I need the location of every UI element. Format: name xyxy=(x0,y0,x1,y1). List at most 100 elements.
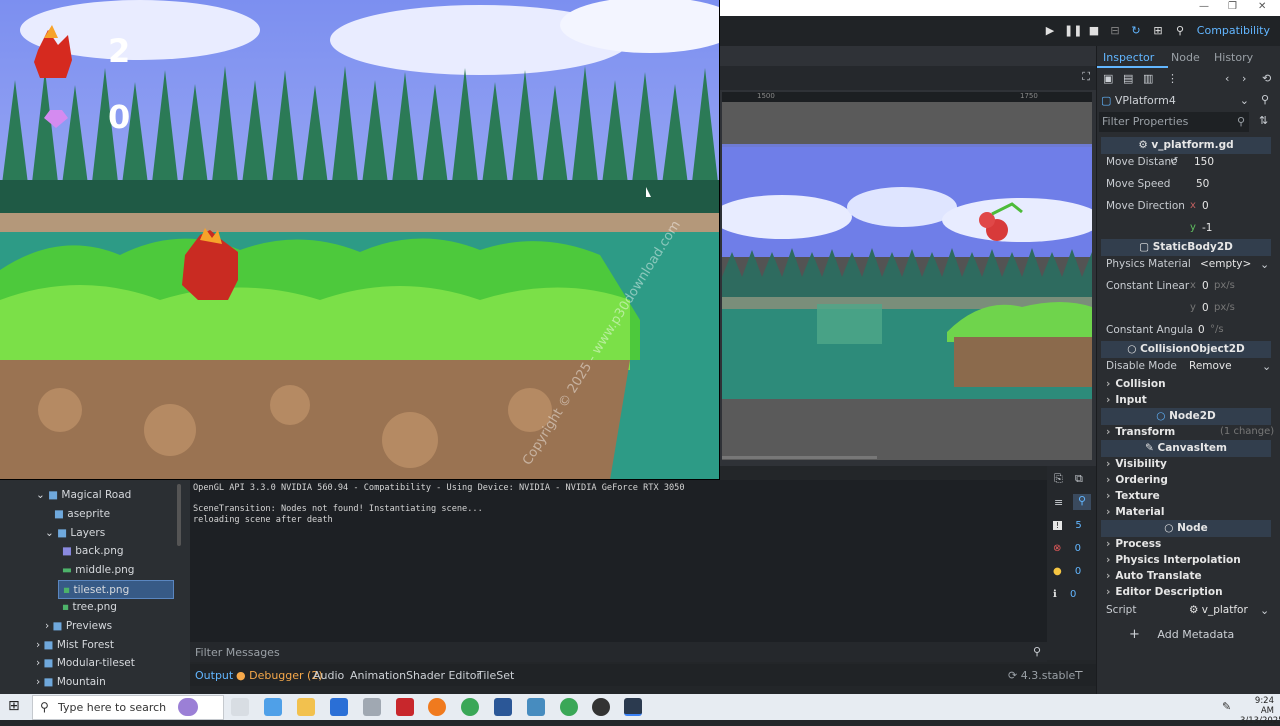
physics-material-field[interactable]: <empty> xyxy=(1200,258,1251,270)
move-direction-y-field[interactable]: -1 xyxy=(1202,222,1212,234)
section-collision[interactable]: Collision xyxy=(1106,378,1165,390)
tree-folder[interactable]: › ■ Modular-tileset xyxy=(36,654,135,673)
tab-animation[interactable]: Animation xyxy=(350,669,406,682)
node-selector[interactable]: ▢ VPlatform4 ⌄ xyxy=(1101,92,1249,109)
play-icon[interactable]: ▶ xyxy=(1042,23,1058,39)
filter-messages-field[interactable]: Filter Messages ⚲ xyxy=(190,642,1047,662)
section-visibility[interactable]: Visibility xyxy=(1106,458,1167,470)
staticbody2d-category[interactable]: ▢ StaticBody2D xyxy=(1101,239,1271,256)
move-distance-field[interactable]: 150 xyxy=(1194,156,1214,168)
error-count-toggle[interactable]: ⊗ 0 xyxy=(1053,543,1091,561)
tab-output[interactable]: Output xyxy=(195,669,233,682)
tree-folder[interactable]: ⌄ ■ Magical Road xyxy=(36,486,131,505)
filter-properties-field[interactable]: Filter Properties ⚲ xyxy=(1099,112,1249,132)
more-icon[interactable]: ⋮ xyxy=(1167,72,1178,85)
minimize-icon[interactable]: — xyxy=(1199,1,1209,12)
move-speed-field[interactable]: 50 xyxy=(1196,178,1209,190)
chevron-down-icon[interactable]: ⌄ xyxy=(1260,258,1269,271)
scene-canvas[interactable] xyxy=(722,102,1092,460)
tab-inspector[interactable]: Inspector xyxy=(1103,51,1154,64)
tab-shader-editor[interactable]: Shader Editor xyxy=(406,669,481,682)
chrome-icon[interactable] xyxy=(461,698,479,716)
disable-mode-select[interactable]: Remove xyxy=(1189,360,1232,372)
game-window[interactable]: 2 0 Copyright © 2025 - www.p30download.c… xyxy=(0,0,720,480)
section-physics-interpolation[interactable]: Physics Interpolation xyxy=(1106,554,1240,566)
word-icon[interactable] xyxy=(494,698,512,716)
canvasitem-category[interactable]: ✎ CanvasItem xyxy=(1101,440,1271,457)
script-field[interactable]: ⚙ v_platfor xyxy=(1189,604,1248,616)
section-process[interactable]: Process xyxy=(1106,538,1161,550)
start-windows-icon[interactable]: ⊞ xyxy=(8,699,23,714)
tree-folder[interactable]: ■ aseprite xyxy=(54,505,110,524)
clear-icon[interactable]: ⧉ xyxy=(1075,472,1083,486)
section-input[interactable]: Input xyxy=(1106,394,1146,406)
section-auto-translate[interactable]: Auto Translate xyxy=(1106,570,1201,582)
clock[interactable]: 9:24 AM 3/13/2025 xyxy=(1240,696,1280,726)
copilot-app-icon[interactable] xyxy=(264,698,282,716)
movie-icon[interactable]: ⊞ xyxy=(1150,23,1166,39)
open-folder-icon[interactable]: ▤ xyxy=(1123,72,1133,85)
collisionobject2d-category[interactable]: ○ CollisionObject2D xyxy=(1101,341,1271,358)
editor-count-toggle[interactable]: ℹ 0 xyxy=(1053,589,1091,607)
section-ordering[interactable]: Ordering xyxy=(1106,474,1168,486)
scrollbar[interactable] xyxy=(177,484,181,546)
godot-running-icon[interactable] xyxy=(624,698,642,716)
tab-tileset[interactable]: TileSet xyxy=(477,669,514,682)
section-transform[interactable]: Transform xyxy=(1106,426,1175,438)
copy-icon[interactable]: ⎘ xyxy=(1054,472,1063,486)
tree-file[interactable]: ■ back.png xyxy=(62,542,124,561)
pause-icon[interactable]: ❚❚ xyxy=(1064,23,1082,39)
warning-count-toggle[interactable]: ● 0 xyxy=(1053,566,1091,584)
script-category[interactable]: ⚙ v_platform.gd xyxy=(1101,137,1271,154)
pen-tray-icon[interactable]: ✎ xyxy=(1222,700,1231,713)
tree-folder[interactable]: › ■ Mist Forest xyxy=(36,636,114,655)
save-icon[interactable]: ▥ xyxy=(1143,72,1153,85)
revert-icon[interactable]: ↺ xyxy=(1170,156,1178,167)
firefox-icon[interactable] xyxy=(428,698,446,716)
chevron-down-icon[interactable]: ⌄ xyxy=(1260,604,1269,617)
godot-icon[interactable] xyxy=(527,698,545,716)
restore-icon[interactable]: ❐ xyxy=(1228,1,1237,12)
section-editor-description[interactable]: Editor Description xyxy=(1106,586,1222,598)
tree-file[interactable]: ▪ tree.png xyxy=(62,598,117,617)
tree-file[interactable]: ▬ middle.png xyxy=(62,561,134,580)
fullscreen-icon[interactable]: ⛶ xyxy=(1082,70,1090,84)
add-metadata-button[interactable]: + Add Metadata xyxy=(1129,626,1259,643)
constant-linear-x-field[interactable]: 0 xyxy=(1202,280,1209,292)
zoom-icon[interactable]: ⚲ xyxy=(1172,23,1188,39)
remote-debug-icon[interactable]: ⊟ xyxy=(1107,23,1123,39)
obs-icon[interactable] xyxy=(592,698,610,716)
panel-toggle-icon[interactable]: ⊤ xyxy=(1074,669,1084,682)
file-explorer-icon[interactable] xyxy=(297,698,315,716)
tree-file-selected[interactable]: ▪ tileset.png xyxy=(58,580,174,599)
tab-audio[interactable]: Audio xyxy=(313,669,344,682)
close-icon[interactable]: ✕ xyxy=(1258,1,1266,12)
constant-linear-y-field[interactable]: 0 xyxy=(1202,302,1209,314)
task-view-icon[interactable] xyxy=(231,698,249,716)
move-direction-x-field[interactable]: 0 xyxy=(1202,200,1209,212)
constant-angular-field[interactable]: 0 xyxy=(1198,324,1205,336)
tab-history[interactable]: History xyxy=(1214,51,1253,64)
node2d-category[interactable]: ○ Node2D xyxy=(1101,408,1271,425)
stop-icon[interactable]: ■ xyxy=(1086,23,1102,39)
tree-folder[interactable]: › ■ Mountain xyxy=(36,673,106,692)
tree-folder[interactable]: ⌄ ■ Layers xyxy=(45,524,105,543)
reload-icon[interactable]: ↻ xyxy=(1128,23,1144,39)
tab-node[interactable]: Node xyxy=(1171,51,1200,64)
collapse-icon[interactable]: ≡ xyxy=(1054,496,1063,509)
taskbar-search-input[interactable]: ⚲ Type here to search xyxy=(32,695,224,720)
app-icon[interactable] xyxy=(363,698,381,716)
filter-options-icon[interactable]: ⇅ xyxy=(1259,114,1268,127)
store-icon[interactable] xyxy=(330,698,348,716)
renderer-selector[interactable]: Compatibility xyxy=(1197,24,1270,37)
chevron-down-icon[interactable]: ⌄ xyxy=(1262,360,1271,373)
message-count-toggle[interactable]: ! 5 xyxy=(1053,520,1091,538)
chrome-icon[interactable] xyxy=(560,698,578,716)
tree-folder[interactable]: › ■ Previews xyxy=(45,617,112,636)
history-icon[interactable]: ⟲ xyxy=(1262,72,1271,85)
search-icon[interactable]: ⚲ xyxy=(1073,494,1091,510)
node-category[interactable]: ○ Node xyxy=(1101,520,1271,537)
back-icon[interactable]: ‹ xyxy=(1225,72,1229,85)
section-texture[interactable]: Texture xyxy=(1106,490,1159,502)
filezilla-icon[interactable] xyxy=(396,698,414,716)
